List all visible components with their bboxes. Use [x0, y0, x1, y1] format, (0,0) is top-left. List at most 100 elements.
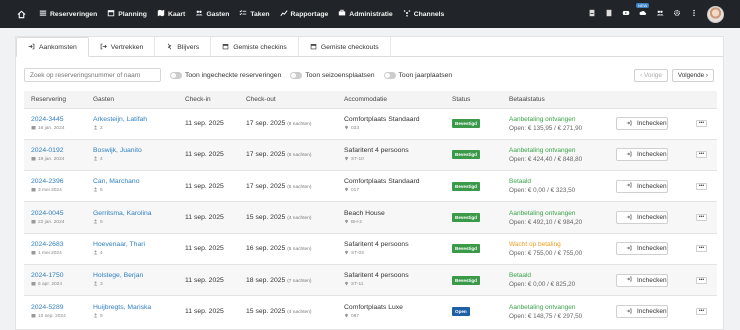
guest-link[interactable]: Gerritsma, Karolina	[93, 210, 178, 217]
reservation-link[interactable]: 2024-2683	[31, 241, 86, 248]
payment-status: Aanbetaling ontvangen	[509, 303, 576, 311]
checkin-button[interactable]: Inchecken	[616, 148, 668, 162]
nav-item-gasten[interactable]: Gasten	[195, 9, 229, 19]
tab-vertrekken[interactable]: Vertrekken	[89, 37, 156, 57]
tab-label: Aankomsten	[39, 43, 77, 51]
more-options-button[interactable]: •••	[696, 214, 707, 222]
cell-status: Bevestigd	[445, 201, 502, 234]
accommodation-location: ST-11	[344, 281, 445, 288]
prev-button[interactable]: ‹ Vorige	[634, 68, 668, 82]
checkin-date: 11 sep. 2025	[185, 308, 224, 316]
checkin-label: Inchecken	[637, 182, 667, 190]
guest-link[interactable]: Huijbregts, Mariska	[93, 304, 178, 311]
checkin-button[interactable]: Inchecken	[616, 242, 668, 256]
tab-label: Gemiste checkins	[233, 43, 287, 51]
toggle-yearly[interactable]: Toon jaarplaatsen	[383, 71, 452, 79]
home-icon[interactable]	[17, 10, 29, 19]
nav-item-reserveringen[interactable]: Reserveringen	[39, 9, 97, 19]
nav-item-rapportage[interactable]: Rapportage	[279, 9, 328, 19]
guest-link[interactable]: Hoevenaar, Thari	[93, 241, 178, 248]
payment-open: Open: € 0,00 / € 825,20	[509, 281, 576, 289]
cell-checkout: 16 sep. 2025 (5 nachten)	[239, 232, 337, 265]
nav-item-planning[interactable]: Planning	[107, 9, 147, 19]
reservation-link[interactable]: 2024-5289	[31, 304, 86, 311]
accommodation-name: Safaritent 4 persoons	[344, 240, 409, 248]
table-row[interactable]: 2024-0192 18 jan. 2024 Boswijk, Juanito 4 11…	[24, 138, 717, 171]
table-row[interactable]: 2024-3445 16 jan. 2024 Arkesteijn, Latifah…	[24, 107, 717, 140]
pdf-icon[interactable]	[588, 9, 596, 19]
column-header: Reservering	[24, 91, 86, 108]
location-pin-icon	[344, 281, 349, 288]
tab-aankomsten[interactable]: Aankomsten	[16, 37, 89, 57]
reservation-link[interactable]: 2024-0045	[31, 210, 86, 217]
cell-checkout: 15 sep. 2025 (4 nachten)	[239, 201, 337, 234]
date-text: 22 jan. 2024	[38, 219, 65, 225]
more-vertical-icon[interactable]	[690, 9, 698, 19]
checkin-button[interactable]: Inchecken	[616, 305, 668, 319]
reservation-link[interactable]: 2024-0192	[31, 147, 86, 154]
switch[interactable]	[383, 71, 396, 79]
cell-reservation: 2024-0045 22 jan. 2024	[24, 201, 86, 234]
toggle-seasonal[interactable]: Toon seizoensplaatsen	[290, 71, 375, 79]
more-options-button[interactable]: •••	[696, 308, 707, 316]
next-button[interactable]: Volgende ›	[671, 68, 714, 82]
nav-item-taken[interactable]: Taken	[239, 9, 270, 19]
more-options-button[interactable]: •••	[696, 245, 707, 253]
tab-gemiste-checkins[interactable]: Gemiste checkins	[211, 37, 299, 57]
checkin-button[interactable]: Inchecken	[616, 211, 668, 225]
cell-accommodation: Beach House BH-2	[337, 201, 445, 234]
avatar[interactable]	[707, 5, 724, 23]
checkin-button[interactable]: Inchecken	[616, 273, 668, 287]
more-options-button[interactable]: •••	[696, 120, 707, 128]
reservation-link[interactable]: 2024-3445	[31, 116, 86, 123]
status-badge: Bevestigd	[452, 275, 480, 285]
switch[interactable]	[170, 71, 182, 79]
more-options-button[interactable]: •••	[696, 182, 707, 190]
nav-item-channels[interactable]: Channels	[403, 9, 444, 19]
guest-count: 2	[93, 125, 178, 132]
reservation-link[interactable]: 2024-1750	[31, 272, 86, 279]
arrivals-panel: Aankomsten Vertrekken Blijvers Gemiste chec…	[15, 36, 724, 330]
search-input[interactable]	[24, 68, 161, 82]
switch[interactable]	[290, 71, 303, 79]
table-row[interactable]: 2024-1750 6 apr. 2024 Holstege, Berjan 3 11 …	[24, 263, 717, 296]
sign-in-icon	[626, 308, 632, 316]
nav-item-kaart[interactable]: Kaart	[157, 9, 185, 19]
guest-link[interactable]: Holstege, Berjan	[93, 272, 178, 279]
cell-checkin: 11 sep. 2025	[178, 107, 239, 140]
gear-icon[interactable]	[673, 9, 681, 19]
youtube-icon[interactable]	[622, 9, 630, 19]
tab-blijvers[interactable]: Blijvers	[155, 37, 212, 57]
tab-gemiste-checkouts[interactable]: Gemiste checkouts	[299, 37, 391, 57]
location-pin-icon	[344, 219, 349, 226]
cell-action: Inchecken	[609, 138, 689, 171]
guest-link[interactable]: Can, Marchano	[93, 178, 178, 185]
more-options-button[interactable]: •••	[696, 151, 707, 159]
column-header: Check-in	[178, 91, 239, 108]
cloud-download-icon[interactable]: NEW	[636, 3, 650, 19]
reservation-link[interactable]: 2024-2396	[31, 178, 86, 185]
table-row[interactable]: 2024-5289 10 sep. 2024 Huijbregts, Mariska…	[24, 295, 717, 328]
checkin-button[interactable]: Inchecken	[616, 179, 668, 193]
toggle-label: Toon ingecheckte reserveringen	[185, 71, 282, 79]
table-row[interactable]: 2024-0045 22 jan. 2024 Gerritsma, Karolina…	[24, 201, 717, 234]
guest-link[interactable]: Boswijk, Juanito	[93, 147, 178, 154]
arrivals-table: Reservering Gasten Check-in Check-out Accomm…	[24, 91, 717, 328]
list-icon	[39, 9, 47, 19]
guest-link[interactable]: Arkesteijn, Latifah	[93, 116, 178, 123]
checkin-button[interactable]: Inchecken	[616, 117, 668, 131]
admin-icon	[338, 9, 346, 19]
users-icon[interactable]	[656, 9, 664, 19]
cell-checkin: 11 sep. 2025	[178, 263, 239, 296]
nav-item-administratie[interactable]: Administratie	[338, 9, 393, 19]
calendar-icon	[222, 43, 229, 52]
more-options-button[interactable]: •••	[696, 276, 707, 284]
book-icon[interactable]	[605, 9, 613, 19]
toggle-checked-in[interactable]: Toon ingecheckte reserveringen	[170, 71, 282, 79]
accommodation-location: ST-10	[344, 156, 445, 163]
table-row[interactable]: 2024-2683 1 mei 2024 Hoevenaar, Thari 4 11 s…	[24, 232, 717, 265]
reservation-date: 6 apr. 2024	[31, 281, 86, 288]
sign-in-icon	[626, 182, 632, 190]
checkout-date: 17 sep. 2025	[246, 120, 286, 128]
table-row[interactable]: 2024-2396 3 mei 2024 Can, Marchano 5 11 sep.…	[24, 170, 717, 202]
